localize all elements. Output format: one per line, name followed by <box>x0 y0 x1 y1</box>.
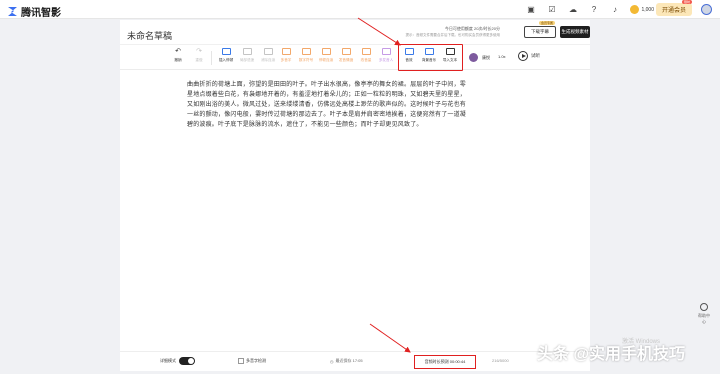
duration-estimate: 音频时长预测 00:00:44 <box>414 355 476 369</box>
pause-icon <box>221 48 231 55</box>
number-symbol-button[interactable]: 数字符号 <box>296 48 316 63</box>
vip-button[interactable]: 开通会员 <box>656 3 692 16</box>
detail-mode-toggle[interactable]: 详细模式 <box>160 357 195 365</box>
voice-name: 康悦 <box>482 54 490 60</box>
help-label: 帮助中心 <box>698 313 710 324</box>
coin-value: 1,000 <box>641 6 654 13</box>
notification-icon[interactable]: ♪ <box>609 4 620 15</box>
trial-button[interactable]: 试听 <box>518 51 540 61</box>
continuous-button[interactable]: 停顿连读 <box>316 48 336 63</box>
coin-icon <box>630 5 640 14</box>
quota-text: 今日可使用额度 20次/时长20分 <box>444 26 500 31</box>
polyphone-check[interactable]: 多音字检测 <box>238 358 266 364</box>
editor-card: 未命名草稿 今日可使用额度 20次/时长20分 提示：音频文件需要合并后下载。也… <box>120 20 590 371</box>
app-name: 腾讯智影 <box>21 8 61 19</box>
char-count: 216/5000 <box>492 358 509 363</box>
speed-icon <box>242 48 252 55</box>
text-editor[interactable]: 曲曲折折的荷塘上面，弥望的是田田的叶子。叶子出水很高，像亭亭的舞女的裙。层层的叶… <box>187 80 467 130</box>
clock-icon: ◷ <box>330 358 334 364</box>
voice-selector[interactable]: 康悦 <box>469 53 490 62</box>
user-avatar[interactable] <box>701 4 712 15</box>
logo-icon <box>7 6 18 17</box>
redo-icon: ↷ <box>196 48 202 55</box>
member-tag: 会员专属 <box>538 21 555 25</box>
annotation-highlight-toolbar <box>398 44 463 71</box>
local-speed-button[interactable]: 局部语速 <box>237 48 257 63</box>
volume-button[interactable]: 改音量 <box>356 48 376 63</box>
toggle-switch[interactable] <box>179 357 195 365</box>
download-subtitle-button[interactable]: 下载字幕 <box>524 26 556 38</box>
number-icon <box>301 48 311 55</box>
emotion-icon <box>341 48 351 55</box>
top-bar: 腾讯智影 ▣ ☑ ☁ ? ♪ 1,000 开通会员 限时 <box>0 0 720 19</box>
top-icons: ▣ ☑ ☁ ? ♪ 1,000 <box>525 4 654 15</box>
emotion-button[interactable]: 发音情绪 <box>336 48 356 63</box>
autosave-status: ◷ 最近保存 17:05 <box>330 358 363 364</box>
media-icon[interactable]: ▣ <box>525 4 536 15</box>
task-icon[interactable]: ☑ <box>546 4 557 15</box>
toolbar-divider <box>211 51 212 65</box>
redo-button[interactable]: ↷ 重做 <box>189 48 209 63</box>
generate-button[interactable]: 生成视频素材 <box>560 26 590 38</box>
autosave-text: 最近保存 17:05 <box>335 358 363 363</box>
doc-title[interactable]: 未命名草稿 <box>127 29 172 42</box>
hint-text: 提示：音频文件需要合并后下载。也可购买会员获得更多使用 <box>405 33 501 37</box>
app-logo[interactable]: 腾讯智影 <box>7 4 61 19</box>
continuous-icon <box>321 48 331 55</box>
toolbar: ↶ 撤销 ↷ 重做 插入停顿 局部语速 消除连读 多音字 数字符号 停顿连读 发… <box>120 44 590 70</box>
polyphone-button[interactable]: 多音字 <box>276 48 296 63</box>
trial-label: 试听 <box>531 53 540 58</box>
silence-icon <box>263 48 273 55</box>
voice-avatar <box>469 53 478 62</box>
help-icon[interactable]: ? <box>588 4 599 15</box>
silence-button[interactable]: 消除连读 <box>258 48 278 63</box>
coin-balance[interactable]: 1,000 <box>630 5 654 14</box>
play-icon <box>518 51 528 61</box>
help-center-button[interactable]: 帮助中心 <box>697 303 711 325</box>
vip-badge: 限时 <box>681 0 692 4</box>
undo-icon: ↶ <box>175 48 181 55</box>
cloud-icon[interactable]: ☁ <box>567 4 578 15</box>
polyphone-check-label: 多音字检测 <box>246 358 266 363</box>
polyphone-icon <box>281 48 291 55</box>
multi-speaker-button[interactable]: 多发音人 <box>376 48 396 63</box>
speaker-icon <box>381 48 391 55</box>
headset-icon <box>700 303 708 311</box>
speed-selector[interactable]: 1.0x <box>498 54 506 59</box>
checkbox-icon <box>238 358 244 364</box>
editor-footer: 详细模式 多音字检测 ◷ 最近保存 17:05 音频时长预测 00:00:44 … <box>120 351 590 371</box>
undo-button[interactable]: ↶ 撤销 <box>168 48 188 63</box>
volume-icon <box>361 48 371 55</box>
watermark: 头条 @实用手机技巧 <box>537 346 686 363</box>
detail-mode-label: 详细模式 <box>160 358 176 363</box>
insert-pause-button[interactable]: 插入停顿 <box>216 48 236 63</box>
